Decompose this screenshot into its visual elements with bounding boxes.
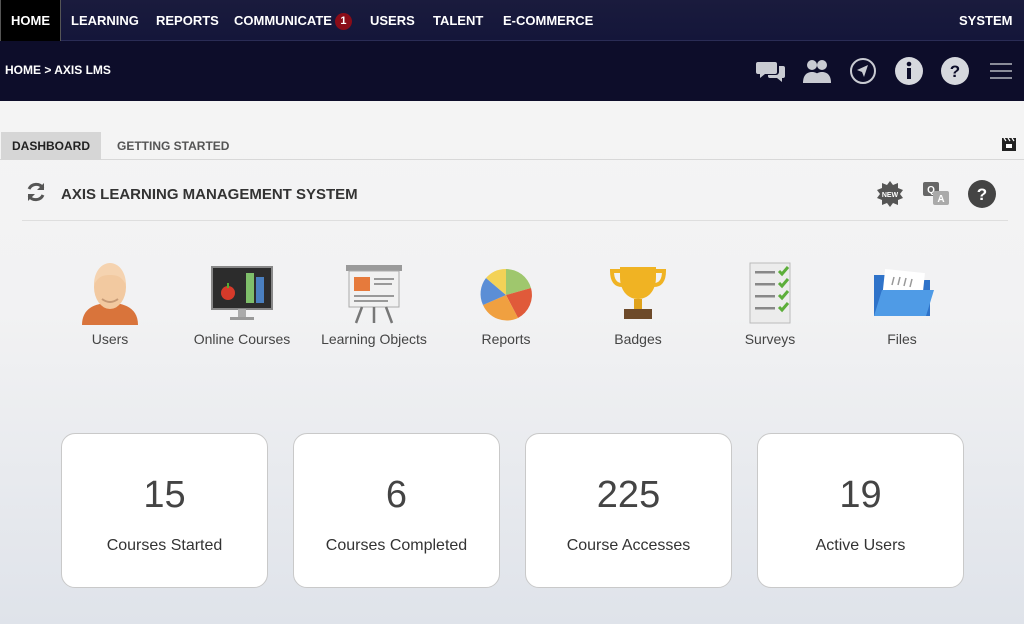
navigate-icon[interactable] [848,56,878,86]
stat-value: 225 [596,474,661,516]
trophy-icon [609,267,667,319]
svg-text:?: ? [977,185,987,204]
stat-label: Active Users [815,537,906,554]
stat-value: 19 [839,474,882,516]
nav-ecommerce[interactable]: E-COMMERCE [503,0,593,41]
nav-talent[interactable]: TALENT [433,0,483,41]
pie-chart-icon [480,268,532,321]
chat-icon[interactable] [756,56,786,86]
stat-value: 15 [143,474,186,516]
stat-card-courses-started[interactable]: 15 Courses Started [61,433,268,588]
svg-text:A: A [937,194,944,205]
presentation-easel-icon [346,265,402,324]
app-learning-objects-label: Learning Objects [321,331,427,347]
stat-card-course-accesses[interactable]: 225 Course Accesses [525,433,732,588]
stat-card-courses-completed[interactable]: 6 Courses Completed [293,433,500,588]
tab-dashboard[interactable]: DASHBOARD [1,132,101,160]
app-users[interactable]: Users [45,261,175,347]
app-files[interactable]: Files [837,261,967,347]
section-help-icon[interactable]: ? [968,180,996,208]
app-surveys-label: Surveys [744,331,796,347]
translate-icon[interactable]: Q A [922,180,950,208]
app-badges[interactable]: Badges [573,261,703,347]
app-online-courses[interactable]: Online Courses [177,261,307,347]
breadcrumb[interactable]: HOME > AXIS LMS [5,63,111,77]
help-icon[interactable]: ? [940,56,970,86]
new-badge-icon[interactable]: NEW [876,180,904,208]
app-badges-label: Badges [614,331,662,347]
app-users-label: Users [91,331,129,347]
stat-label: Course Accesses [566,537,691,554]
notification-badge: 1 [334,13,352,30]
video-clapper-icon[interactable] [1001,136,1017,152]
folder-icon [874,268,934,316]
info-icon[interactable] [894,56,924,86]
nav-users[interactable]: USERS [370,0,415,41]
new-badge-text: NEW [882,192,899,199]
app-reports-label: Reports [481,331,531,347]
main-content: DASHBOARD GETTING STARTED AXIS LEARNING … [0,101,1024,624]
nav-system[interactable]: SYSTEM [959,0,1012,41]
top-nav: HOME LEARNING REPORTS COMMUNICATE 1 USERS… [0,0,1024,41]
stat-card-active-users[interactable]: 19 Active Users [757,433,964,588]
app-surveys[interactable]: Surveys [705,261,835,347]
nav-reports[interactable]: REPORTS [156,0,219,41]
stat-label: Courses Completed [325,537,468,554]
user-avatar-icon [82,263,138,325]
nav-home[interactable]: HOME [0,0,61,41]
svg-text:?: ? [950,62,960,81]
stat-label: Courses Started [106,537,223,554]
section-header: AXIS LEARNING MANAGEMENT SYSTEM NEW Q A … [22,169,1008,221]
classroom-board-icon [211,266,273,320]
nav-communicate-label: COMMUNICATE [234,13,332,28]
tab-getting-started[interactable]: GETTING STARTED [117,132,229,160]
app-reports[interactable]: Reports [441,261,571,347]
users-group-icon[interactable] [802,56,832,86]
nav-learning[interactable]: LEARNING [71,0,139,41]
sub-header: HOME > AXIS LMS ? [0,41,1024,101]
app-files-label: Files [887,331,917,347]
hamburger-menu-icon[interactable] [986,56,1016,86]
section-title: AXIS LEARNING MANAGEMENT SYSTEM [61,186,358,203]
checklist-icon [749,262,791,324]
nav-communicate[interactable]: COMMUNICATE 1 [234,0,352,41]
app-learning-objects[interactable]: Learning Objects [309,261,439,347]
app-online-courses-label: Online Courses [193,331,291,347]
tab-bar: DASHBOARD GETTING STARTED [0,132,1024,160]
stat-value: 6 [385,474,408,516]
refresh-icon[interactable] [24,180,48,204]
